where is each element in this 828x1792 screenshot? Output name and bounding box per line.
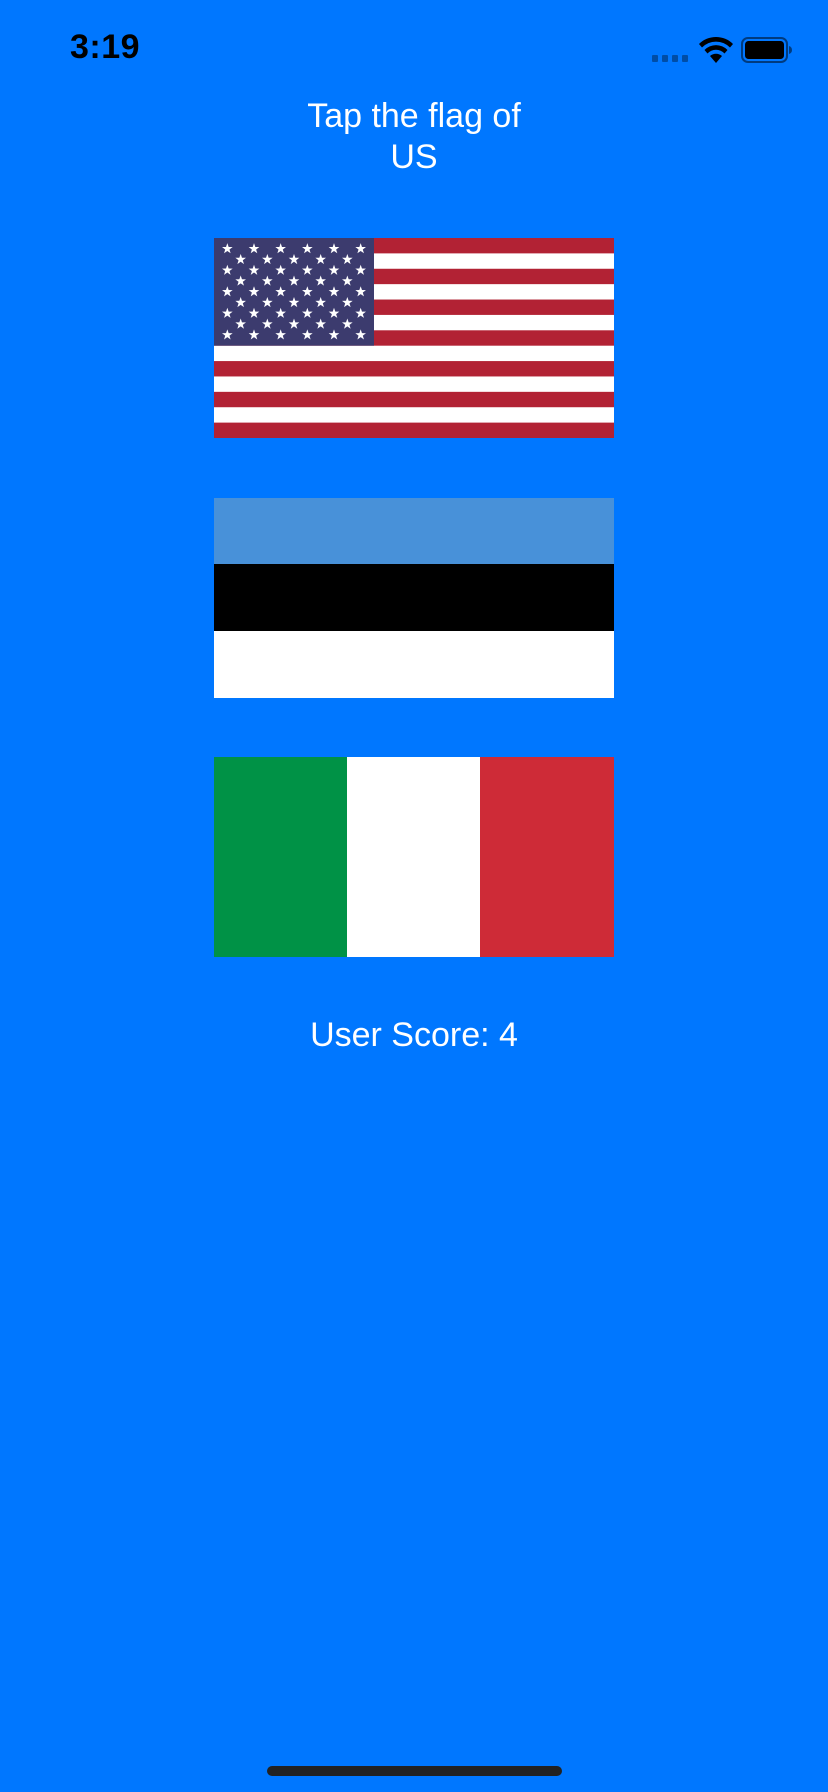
- us-flag-stripe: [214, 345, 614, 362]
- flag-button-italy[interactable]: [214, 757, 614, 957]
- prompt-text: Tap the flag of: [307, 97, 521, 135]
- us-flag-stripe: [214, 376, 614, 392]
- flag-button-us[interactable]: [214, 238, 614, 438]
- battery-icon: [741, 37, 792, 63]
- signal-icon: [652, 54, 690, 62]
- user-score: User Score: 4: [310, 1016, 518, 1054]
- us-flag-stripe: [214, 407, 614, 423]
- question-prompt: Tap the flag of US: [0, 96, 828, 178]
- target-country: US: [390, 138, 438, 176]
- estonia-flag-icon: [214, 498, 614, 698]
- wifi-icon: [699, 36, 733, 63]
- us-flag-icon: [214, 238, 614, 438]
- status-bar: 3:19: [0, 0, 828, 100]
- flag-button-estonia[interactable]: [214, 498, 614, 698]
- italy-flag-icon: [214, 757, 614, 957]
- status-time: 3:19: [70, 28, 141, 66]
- home-indicator[interactable]: [267, 1766, 562, 1776]
